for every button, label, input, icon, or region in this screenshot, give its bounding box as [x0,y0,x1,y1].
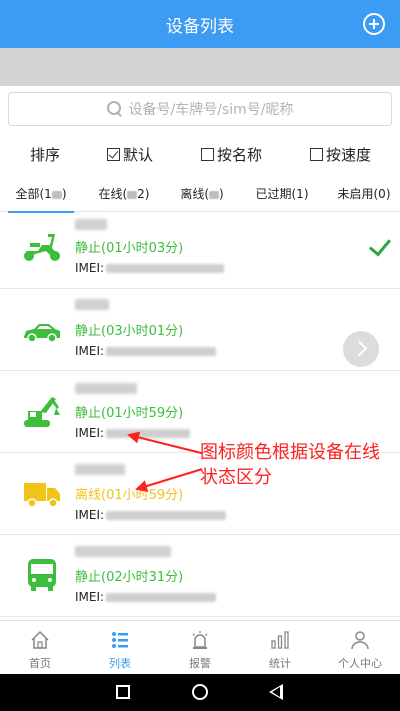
checkbox-icon[interactable] [310,147,323,161]
search-area: 设备号/车牌号/sim号/昵称 [0,86,400,132]
checkbox-checked-icon[interactable] [107,147,120,161]
list-icon [112,632,128,648]
search-placeholder: 设备号/车牌号/sim号/昵称 [128,102,294,118]
collapse-toggle[interactable] [0,48,400,145]
alarm-icon [192,631,208,649]
nav-label: 列表 [109,657,131,670]
truck-icon [24,483,60,508]
excavator-icon [24,397,60,427]
tab-expired[interactable]: 已过期(1) [252,178,312,212]
masked-count [209,190,219,199]
device-status: 静止(01小时03分) [75,241,184,256]
device-list: 静止(01小时03分) IMEI: 静止(03小时01分) IMEI: 静止(0… [0,213,400,617]
tab-offline[interactable]: 离线() [176,178,228,212]
bottom-nav: 首页 列表 报警 统计 个人中心 [0,620,400,674]
next-arrow-button[interactable] [343,331,379,367]
annotation-text: 图标颜色根据设备在线状态区分 [200,442,380,488]
imei-masked [106,592,217,602]
nav-profile[interactable]: 个人中心 [320,621,400,675]
recent-apps-icon[interactable] [116,685,130,699]
tab-inactive[interactable]: 未启用(0) [334,178,394,212]
header-bar: 设备列表 [0,0,400,48]
nav-home[interactable]: 首页 [0,621,80,675]
check-icon [368,233,392,257]
tab-label: 离线( [180,187,209,201]
tab-label: ) [219,187,224,201]
imei-masked [106,263,225,273]
sort-option-name[interactable]: 按名称 [201,144,262,165]
back-triangle-icon[interactable] [269,684,283,700]
tab-label: 已过期(1) [255,187,309,201]
device-name-masked [75,219,107,230]
nav-list[interactable]: 列表 [80,621,160,675]
bus-icon [28,559,56,591]
device-imei: IMEI: [75,261,225,275]
nav-stats[interactable]: 统计 [240,621,320,675]
tab-label: 全部(1 [15,187,52,201]
system-nav-bar [0,674,400,711]
device-name-masked [75,299,109,310]
device-status: 静止(02小时31分) [75,570,184,585]
tab-online[interactable]: 在线( 2) [94,178,154,212]
app-screen: 设备列表 设备号/车牌号/sim号/昵称 排序 默认 按名称 按速度 全部(1) [0,0,400,711]
device-status: 静止(01小时59分) [75,406,184,421]
status-tabs: 全部(1) 在线( 2) 离线() 已过期(1) 未启用(0) [0,178,400,213]
imei-label: IMEI: [75,426,105,440]
tab-label: ) [61,187,67,201]
nav-label: 报警 [189,657,211,670]
car-icon [24,324,60,343]
device-row[interactable]: 静止(03小时01分) IMEI: [0,289,400,371]
imei-label: IMEI: [75,590,105,604]
imei-label: IMEI: [75,344,105,358]
device-row[interactable]: 静止(01小时03分) IMEI: [0,213,400,289]
tab-all[interactable]: 全部(1) [8,178,74,213]
person-icon [351,631,369,650]
nav-alarm[interactable]: 报警 [160,621,240,675]
device-imei: IMEI: [75,590,217,604]
device-status: 静止(03小时01分) [75,324,184,339]
checkbox-icon[interactable] [201,147,214,161]
home-icon [31,630,49,649]
search-input[interactable]: 设备号/车牌号/sim号/昵称 [8,92,392,126]
device-imei: IMEI: [75,344,217,358]
sort-option-label: 默认 [123,145,154,164]
imei-masked [106,510,227,520]
sort-option-label: 按名称 [217,145,263,164]
sort-option-speed[interactable]: 按速度 [310,144,371,165]
sort-option-label: 按速度 [326,145,372,164]
imei-label: IMEI: [75,261,105,275]
device-row[interactable]: 静止(02小时31分) IMEI: [0,535,400,617]
tab-label: 未启用(0) [337,187,391,201]
device-imei: IMEI: [75,508,227,522]
sort-label: 排序 [30,145,61,164]
masked-count [51,190,62,199]
imei-masked [106,428,191,438]
tab-label: 2) [137,187,150,201]
nav-label: 统计 [269,657,291,670]
sort-row: 排序 默认 按名称 按速度 [0,134,400,174]
imei-masked [106,346,217,356]
device-name-masked [75,383,137,394]
tab-label: 在线( [98,187,128,201]
device-name-masked [75,464,125,475]
nav-label: 首页 [29,657,51,670]
home-circle-icon[interactable] [192,684,208,700]
nav-label: 个人中心 [338,657,382,670]
page-title: 设备列表 [166,16,234,37]
device-name-masked [75,546,171,557]
bar-chart-icon [271,631,289,649]
search-icon [106,101,123,117]
scooter-icon [24,234,60,261]
device-status: 离线(01小时59分) [75,488,184,503]
sort-option-default[interactable]: 默认 [107,144,153,165]
imei-label: IMEI: [75,508,105,522]
masked-count [127,190,138,199]
plus-circle-icon[interactable] [363,13,385,35]
